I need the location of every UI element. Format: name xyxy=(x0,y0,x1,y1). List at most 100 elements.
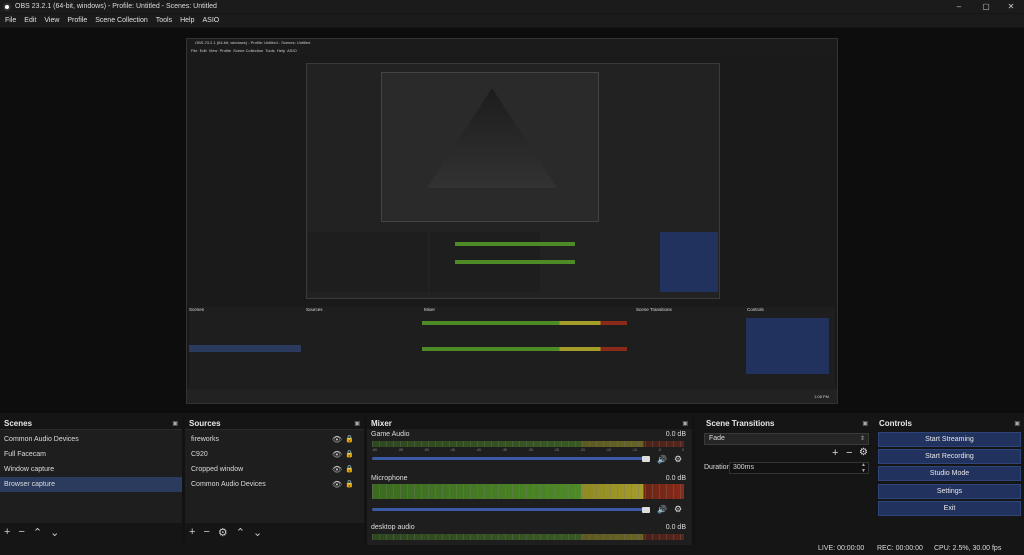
gear-icon[interactable]: ⚙ xyxy=(674,454,682,465)
nested-menu: File Edit View Profile Scene Collection … xyxy=(187,47,837,54)
menu-edit[interactable]: Edit xyxy=(24,17,36,24)
dock-float-icon[interactable]: ▣ xyxy=(682,420,688,427)
nested-transitions-title: Scene Transitions xyxy=(636,307,672,312)
meter-ticks xyxy=(372,441,684,447)
source-item[interactable]: fireworks 👁 🔒 xyxy=(185,432,364,447)
source-label: C920 xyxy=(191,451,208,458)
volume-slider[interactable] xyxy=(372,508,650,511)
eye-icon[interactable]: 👁 xyxy=(332,465,342,474)
add-transition-icon[interactable]: + xyxy=(832,447,838,459)
scenes-title: Scenes xyxy=(4,418,33,428)
lock-icon[interactable]: 🔒 xyxy=(345,480,354,488)
dock-float-icon[interactable]: ▣ xyxy=(354,420,360,427)
settings-button[interactable]: Settings xyxy=(878,484,1021,499)
transition-properties-icon[interactable]: ⚙ xyxy=(859,447,868,458)
channel-db: 0.0 dB xyxy=(665,524,686,531)
nested-scenes-title: Scenes xyxy=(189,307,205,312)
speaker-icon[interactable]: 🔊 xyxy=(657,455,667,464)
scene-item[interactable]: Full Facecam xyxy=(0,447,182,462)
meter-ticks xyxy=(372,534,684,540)
move-down-icon[interactable]: ⌄ xyxy=(50,526,59,539)
controls-title: Controls xyxy=(879,418,912,428)
scene-item-selected[interactable]: Browser capture xyxy=(0,477,182,492)
volume-slider-handle[interactable] xyxy=(642,456,650,462)
menu-asio[interactable]: ASIO xyxy=(203,17,220,24)
dock-float-icon[interactable]: ▣ xyxy=(172,420,178,427)
lock-icon[interactable]: 🔒 xyxy=(345,465,354,473)
nested-mixer-title: Mixer xyxy=(424,307,435,312)
studio-mode-button[interactable]: Studio Mode xyxy=(878,466,1021,481)
duration-input[interactable]: 300ms ▲ ▼ xyxy=(729,462,869,474)
cpu-status: CPU: 2.5%, 30.00 fps xyxy=(934,545,1002,552)
eye-icon[interactable]: 👁 xyxy=(332,480,342,489)
scene-item[interactable]: Window capture xyxy=(0,462,182,477)
meter-ticks xyxy=(372,484,684,499)
channel-name: desktop audio xyxy=(371,524,415,531)
live-status: LIVE: 00:00:00 xyxy=(818,545,865,552)
obs-logo-icon xyxy=(3,2,11,11)
move-up-icon[interactable]: ⌃ xyxy=(33,526,42,539)
start-recording-button[interactable]: Start Recording xyxy=(878,449,1021,464)
scenes-dock: Scenes ▣ Common Audio Devices Full Faceca… xyxy=(0,417,182,545)
source-item[interactable]: C920 👁 🔒 xyxy=(185,447,364,462)
transition-select[interactable]: Fade ⇕ xyxy=(704,433,869,445)
chevron-updown-icon: ⇕ xyxy=(859,436,865,442)
minimize-button[interactable]: – xyxy=(950,0,968,13)
mixer-dock: Mixer ▣ Game Audio 0.0 dB -60 -55 -50 -45 -40… xyxy=(367,417,692,545)
nested-taskbar: 1:08 PM xyxy=(187,389,837,403)
menu-file[interactable]: File xyxy=(5,17,16,24)
add-scene-icon[interactable]: + xyxy=(4,526,10,539)
mixer-channel-desktop-audio: desktop audio 0.0 dB xyxy=(367,522,692,545)
duration-value: 300ms xyxy=(733,464,755,471)
spin-arrows-icon[interactable]: ▲ ▼ xyxy=(861,462,866,474)
menu-profile[interactable]: Profile xyxy=(67,17,87,24)
menu-tools[interactable]: Tools xyxy=(156,17,172,24)
channel-name: Microphone xyxy=(371,475,408,482)
dock-float-icon[interactable]: ▣ xyxy=(1014,420,1020,427)
nested-sources-title: Sources xyxy=(306,307,323,312)
speaker-icon[interactable]: 🔊 xyxy=(657,505,667,514)
remove-source-icon[interactable]: − xyxy=(203,526,209,539)
source-item[interactable]: Cropped window 👁 🔒 xyxy=(185,462,364,477)
mixer-channel-microphone: Microphone 0.0 dB 🔊 ⚙ xyxy=(367,473,692,517)
remove-scene-icon[interactable]: − xyxy=(18,526,24,539)
dock-splitter[interactable] xyxy=(692,417,695,545)
remove-transition-icon[interactable]: − xyxy=(846,447,852,459)
move-up-icon[interactable]: ⌃ xyxy=(236,526,245,539)
menu-view[interactable]: View xyxy=(44,17,59,24)
sources-title: Sources xyxy=(189,418,221,428)
nested-clock: 1:08 PM xyxy=(814,393,829,399)
eye-icon[interactable]: 👁 xyxy=(332,435,342,444)
menu-bar: File Edit View Profile Scene Collection … xyxy=(0,14,1024,27)
source-properties-icon[interactable]: ⚙ xyxy=(218,526,228,539)
meter-tick-labels: -60 -55 -50 -45 -40 -35 -30 -25 -20 -15 -10 -5 0 xyxy=(372,448,684,452)
source-item[interactable]: Common Audio Devices 👁 🔒 xyxy=(185,477,364,492)
rec-status: REC: 00:00:00 xyxy=(877,545,923,552)
channel-db: 0.0 dB xyxy=(665,431,686,438)
nested-controls-title: Controls xyxy=(747,307,764,312)
close-button[interactable]: ✕ xyxy=(1002,0,1020,13)
dock-float-icon[interactable]: ▣ xyxy=(862,420,868,427)
volume-slider[interactable] xyxy=(372,457,650,460)
window-title: OBS 23.2.1 (64-bit, windows) - Profile: … xyxy=(15,3,217,10)
nested-title: OBS 23.2.1 (64-bit, windows) - Profile: … xyxy=(187,39,837,47)
menu-help[interactable]: Help xyxy=(180,17,194,24)
mixer-title: Mixer xyxy=(371,418,392,428)
maximize-button[interactable]: ▢ xyxy=(977,0,995,13)
sources-dock: Sources ▣ fireworks 👁 🔒 C920 👁 🔒 Cropped wind… xyxy=(185,417,364,545)
duration-label: Duration xyxy=(704,464,731,471)
nested-docks: Scenes Sources Mixer Scene Transitions C… xyxy=(189,307,835,389)
lock-icon[interactable]: 🔒 xyxy=(345,435,354,443)
exit-button[interactable]: Exit xyxy=(878,501,1021,516)
gear-icon[interactable]: ⚙ xyxy=(674,504,682,515)
eye-icon[interactable]: 👁 xyxy=(332,450,342,459)
start-streaming-button[interactable]: Start Streaming xyxy=(878,432,1021,447)
source-label: fireworks xyxy=(191,436,220,443)
lock-icon[interactable]: 🔒 xyxy=(345,450,354,458)
volume-slider-handle[interactable] xyxy=(642,507,650,513)
scene-item[interactable]: Common Audio Devices xyxy=(0,432,182,447)
source-label: Common Audio Devices xyxy=(191,481,266,488)
move-down-icon[interactable]: ⌄ xyxy=(253,526,262,539)
add-source-icon[interactable]: + xyxy=(189,526,195,539)
menu-scene-collection[interactable]: Scene Collection xyxy=(95,17,148,24)
